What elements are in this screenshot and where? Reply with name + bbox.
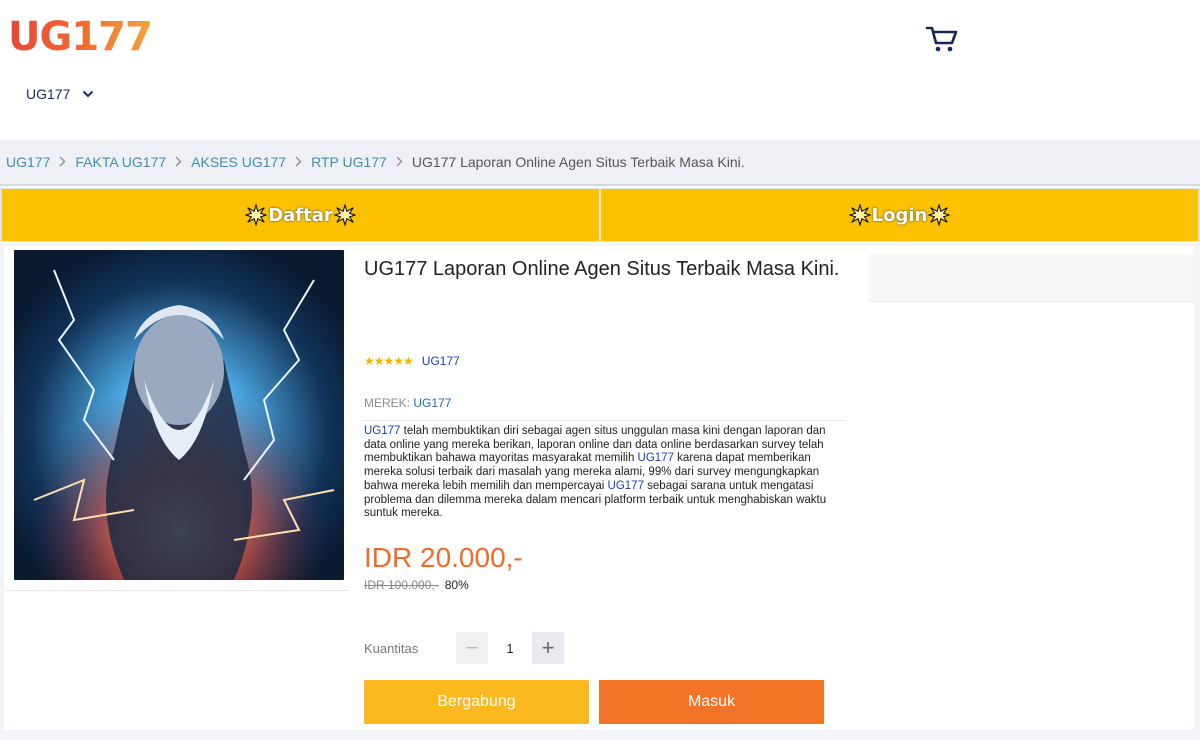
- breadcrumb-link-rtp[interactable]: RTP UG177: [311, 154, 387, 170]
- breadcrumb-link-akses[interactable]: AKSES UG177: [191, 154, 286, 170]
- quantity-value[interactable]: 1: [488, 641, 532, 656]
- burst-icon: [333, 204, 356, 226]
- chevron-right-icon: [175, 155, 182, 170]
- discount-badge: 80%: [444, 578, 469, 592]
- image-divider: [6, 590, 348, 591]
- chevron-right-icon: [396, 155, 403, 170]
- burst-icon: [928, 204, 951, 226]
- product-price: IDR 20.000,-: [364, 542, 523, 573]
- desc-link[interactable]: UG177: [608, 480, 644, 492]
- register-label: Daftar: [268, 204, 333, 226]
- brand-row: MEREK: UG177: [364, 396, 451, 410]
- chevron-right-icon: [295, 155, 302, 170]
- star-rating-icon: ★★★★★: [364, 354, 414, 368]
- brand-link[interactable]: UG177: [413, 396, 451, 410]
- quantity-increase-button[interactable]: +: [532, 632, 564, 664]
- nav-dropdown[interactable]: UG177: [26, 86, 94, 102]
- product-description: UG177 telah membuktikan diri sebagai age…: [364, 420, 844, 521]
- old-price-row: IDR 100.000,- 80%: [364, 578, 469, 592]
- desc-link[interactable]: UG177: [638, 452, 674, 464]
- old-price: IDR 100.000,-: [364, 578, 439, 592]
- nav-dropdown-label: UG177: [26, 86, 71, 102]
- breadcrumb: UG177 FAKTA UG177 AKSES UG177 RTP UG177 …: [0, 140, 1200, 186]
- login-label: Login: [871, 204, 928, 226]
- chevron-right-icon: [59, 155, 66, 170]
- site-logo[interactable]: UG177: [8, 14, 153, 60]
- action-buttons: Bergabung Masuk: [364, 680, 824, 724]
- side-panel: [868, 254, 1194, 302]
- chevron-down-icon: [83, 90, 94, 98]
- brand-label: MEREK:: [364, 396, 414, 410]
- quantity-decrease-button[interactable]: −: [456, 632, 488, 664]
- enter-button[interactable]: Masuk: [599, 680, 824, 724]
- cart-icon[interactable]: [924, 22, 960, 54]
- join-button[interactable]: Bergabung: [364, 680, 589, 724]
- product-image[interactable]: [14, 250, 344, 580]
- product-title: UG177 Laporan Online Agen Situs Terbaik …: [364, 258, 840, 280]
- breadcrumb-link-home[interactable]: UG177: [6, 154, 50, 170]
- site-header: UG177 UG177: [0, 0, 1200, 140]
- product-section: UG177 Laporan Online Agen Situs Terbaik …: [0, 242, 1200, 740]
- quantity-label: Kuantitas: [364, 640, 419, 656]
- cta-bar: Daftar Login: [0, 188, 1200, 242]
- rating-row: ★★★★★ UG177: [364, 354, 460, 368]
- breadcrumb-current: UG177 Laporan Online Agen Situs Terbaik …: [411, 154, 745, 170]
- burst-icon: [245, 204, 268, 226]
- login-button[interactable]: Login: [601, 189, 1198, 241]
- desc-link[interactable]: UG177: [364, 425, 400, 437]
- shop-link[interactable]: UG177: [422, 354, 460, 368]
- register-button[interactable]: Daftar: [2, 189, 599, 241]
- breadcrumb-link-fakta[interactable]: FAKTA UG177: [75, 154, 166, 170]
- burst-icon: [848, 204, 871, 226]
- product-info: UG177 Laporan Online Agen Situs Terbaik …: [364, 256, 844, 724]
- quantity-stepper: Kuantitas − 1 +: [364, 632, 564, 664]
- product-card: UG177 Laporan Online Agen Situs Terbaik …: [4, 246, 1194, 730]
